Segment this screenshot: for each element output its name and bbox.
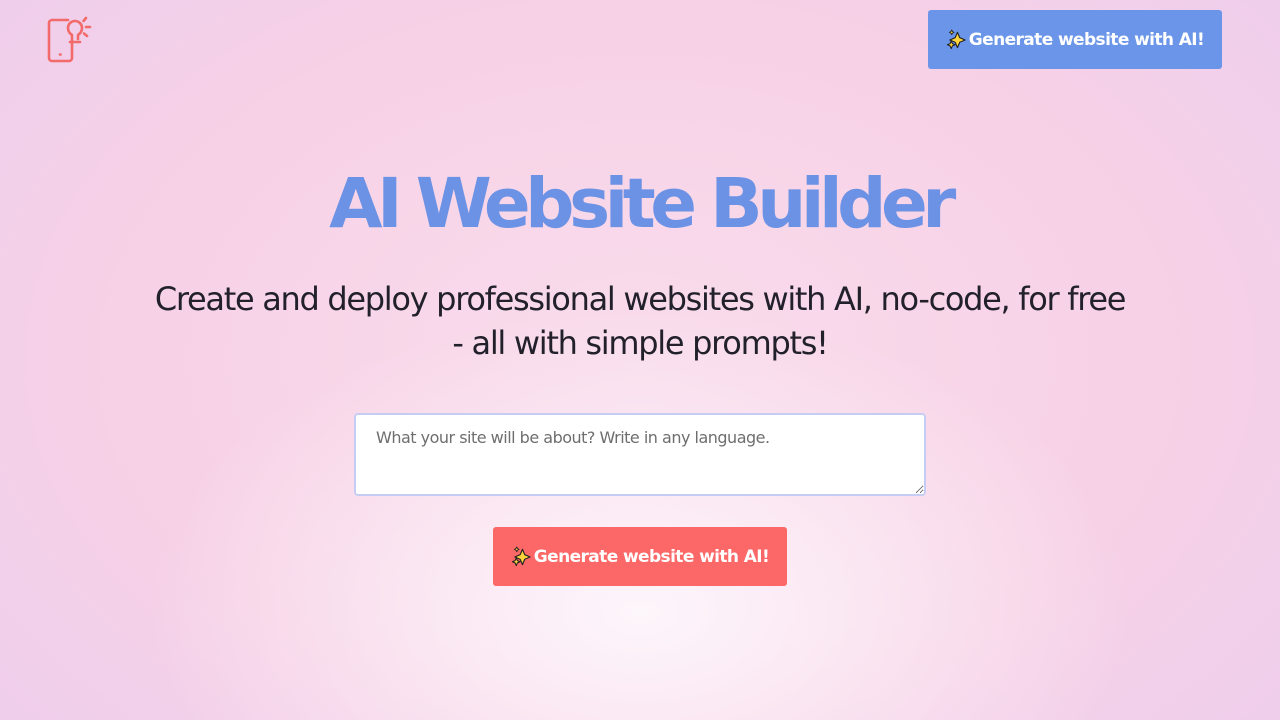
page-subtitle: Create and deploy professional websites …: [154, 280, 1127, 362]
page-title: AI Website Builder: [329, 164, 956, 244]
generate-website-header-label: Generate website with AI!: [968, 29, 1205, 50]
sparkles-icon: [511, 546, 531, 567]
phone-idea-icon: [47, 16, 92, 63]
sparkles-icon: [946, 29, 966, 50]
generate-website-header-button[interactable]: Generate website with AI!: [928, 10, 1222, 69]
generate-website-button[interactable]: Generate website with AI!: [493, 527, 787, 586]
site-description-input[interactable]: [354, 413, 926, 496]
generate-website-label: Generate website with AI!: [533, 546, 770, 567]
logo[interactable]: [46, 16, 98, 66]
